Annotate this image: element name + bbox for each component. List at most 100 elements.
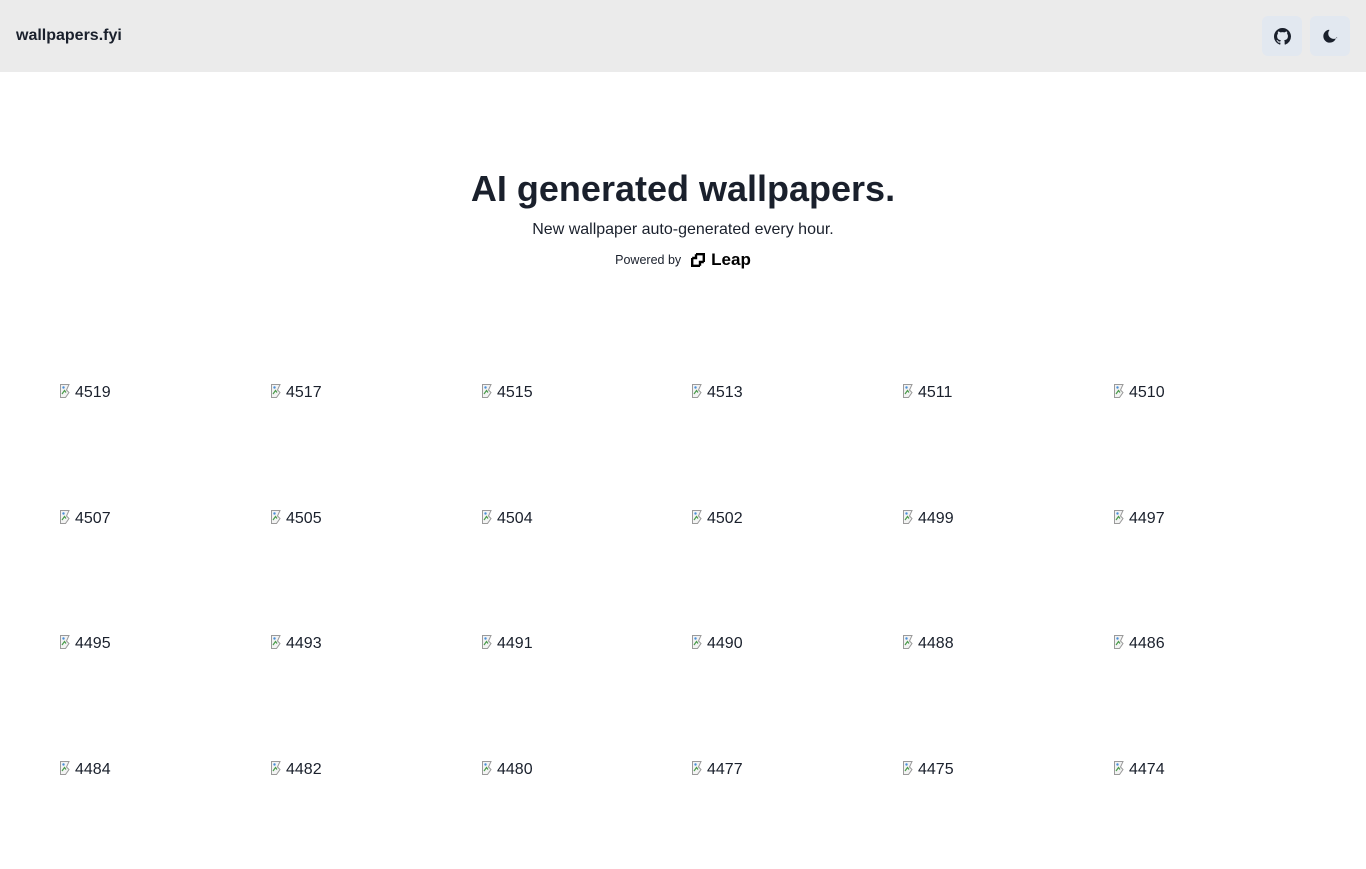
broken-image-icon <box>692 761 702 775</box>
wallpaper-tile[interactable]: 4497 <box>1113 508 1313 618</box>
page-title: AI generated wallpapers. <box>470 168 896 209</box>
leap-link[interactable]: Leap <box>689 249 751 271</box>
moon-icon <box>1323 29 1338 43</box>
broken-image-icon <box>1114 510 1124 524</box>
wallpaper-alt-text: 4490 <box>707 635 743 652</box>
wallpaper-image: 4497 <box>1113 508 1165 530</box>
wallpaper-tile[interactable]: 4505 <box>270 508 470 618</box>
wallpaper-tile[interactable]: 4477 <box>691 759 891 869</box>
github-icon <box>1273 27 1291 45</box>
wallpaper-alt-text: 4480 <box>497 761 533 778</box>
wallpaper-alt-text: 4513 <box>707 384 743 401</box>
wallpaper-tile[interactable]: 4499 <box>902 508 1102 618</box>
wallpaper-image: 4511 <box>902 382 952 404</box>
github-button[interactable] <box>1262 16 1302 56</box>
wallpaper-tile[interactable]: 4486 <box>1113 633 1313 743</box>
wallpaper-tile[interactable]: 4507 <box>59 508 259 618</box>
wallpaper-alt-text: 4515 <box>497 384 533 401</box>
wallpaper-image: 4493 <box>270 633 322 655</box>
wallpaper-alt-text: 4475 <box>918 761 954 778</box>
wallpaper-tile[interactable]: 4511 <box>902 382 1102 492</box>
wallpaper-alt-text: 4493 <box>286 635 322 652</box>
broken-image-icon <box>692 635 702 649</box>
page-subtitle: New wallpaper auto-generated every hour. <box>532 221 834 238</box>
wallpaper-tile[interactable]: 4510 <box>1113 382 1313 492</box>
wallpaper-alt-text: 4491 <box>497 635 533 652</box>
wallpaper-image: 4515 <box>481 382 533 404</box>
broken-image-icon <box>271 384 281 398</box>
site-logo-link[interactable]: wallpapers.fyi <box>16 26 122 46</box>
wallpaper-image: 4475 <box>902 759 954 781</box>
wallpaper-tile[interactable]: 4475 <box>902 759 1102 869</box>
wallpaper-alt-text: 4477 <box>707 761 743 778</box>
broken-image-icon <box>903 635 913 649</box>
broken-image-icon <box>60 384 70 398</box>
wallpaper-image: 4513 <box>691 382 743 404</box>
wallpaper-image: 4490 <box>691 633 743 655</box>
wallpaper-image: 4517 <box>270 382 322 404</box>
broken-image-icon <box>1114 761 1124 775</box>
leap-brand-text: Leap <box>711 250 751 269</box>
broken-image-icon <box>692 510 702 524</box>
wallpaper-tile[interactable]: 4515 <box>481 382 681 492</box>
wallpaper-tile[interactable]: 4490 <box>691 633 891 743</box>
wallpaper-alt-text: 4484 <box>75 761 111 778</box>
wallpaper-image: 4486 <box>1113 633 1165 655</box>
theme-toggle-button[interactable] <box>1310 16 1350 56</box>
broken-image-icon <box>60 635 70 649</box>
wallpaper-image: 4488 <box>902 633 954 655</box>
broken-image-icon <box>271 510 281 524</box>
wallpaper-alt-text: 4510 <box>1129 384 1165 401</box>
wallpaper-tile[interactable]: 4484 <box>59 759 259 869</box>
wallpaper-tile[interactable]: 4491 <box>481 633 681 743</box>
wallpaper-alt-text: 4507 <box>75 510 111 527</box>
wallpaper-image: 4505 <box>270 508 322 530</box>
wallpaper-tile[interactable]: 4504 <box>481 508 681 618</box>
wallpaper-image: 4495 <box>59 633 111 655</box>
wallpaper-alt-text: 4495 <box>75 635 111 652</box>
wallpaper-tile[interactable]: 4474 <box>1113 759 1313 869</box>
wallpaper-tile[interactable]: 4488 <box>902 633 1102 743</box>
broken-image-icon <box>903 761 913 775</box>
wallpaper-image: 4499 <box>902 508 954 530</box>
broken-image-icon <box>482 761 492 775</box>
wallpaper-alt-text: 4488 <box>918 635 954 652</box>
wallpaper-alt-text: 4497 <box>1129 510 1165 527</box>
wallpaper-alt-text: 4504 <box>497 510 533 527</box>
wallpaper-tile[interactable]: 4482 <box>270 759 470 869</box>
wallpaper-alt-text: 4505 <box>286 510 322 527</box>
broken-image-icon <box>1114 384 1124 398</box>
broken-image-icon <box>271 761 281 775</box>
leap-logo-icon <box>691 253 706 267</box>
wallpaper-image: 4477 <box>691 759 743 781</box>
wallpaper-tile[interactable]: 4519 <box>59 382 259 492</box>
broken-image-icon <box>482 635 492 649</box>
wallpaper-tile[interactable]: 4502 <box>691 508 891 618</box>
wallpaper-image: 4510 <box>1113 382 1165 404</box>
broken-image-icon <box>482 384 492 398</box>
powered-by: Powered by Leap <box>0 249 1366 271</box>
broken-image-icon <box>692 384 702 398</box>
wallpaper-image: 4491 <box>481 633 533 655</box>
wallpaper-image: 4484 <box>59 759 111 781</box>
wallpaper-tile[interactable]: 4517 <box>270 382 470 492</box>
wallpaper-alt-text: 4517 <box>286 384 322 401</box>
broken-image-icon <box>271 635 281 649</box>
broken-image-icon <box>903 510 913 524</box>
wallpaper-tile[interactable]: 4480 <box>481 759 681 869</box>
wallpaper-tile[interactable]: 4495 <box>59 633 259 743</box>
wallpaper-image: 4519 <box>59 382 111 404</box>
wallpaper-image: 4504 <box>481 508 533 530</box>
powered-by-label: Powered by <box>615 253 682 267</box>
wallpaper-alt-text: 4474 <box>1129 761 1165 778</box>
wallpaper-image: 4507 <box>59 508 111 530</box>
wallpaper-image: 4480 <box>481 759 533 781</box>
wallpaper-alt-text: 4486 <box>1129 635 1165 652</box>
broken-image-icon <box>1114 635 1124 649</box>
wallpaper-alt-text: 4519 <box>75 384 111 401</box>
wallpaper-alt-text: 4499 <box>918 510 954 527</box>
wallpaper-alt-text: 4482 <box>286 761 322 778</box>
wallpaper-tile[interactable]: 4493 <box>270 633 470 743</box>
wallpaper-tile[interactable]: 4513 <box>691 382 891 492</box>
top-header: wallpapers.fyi <box>0 0 1366 72</box>
